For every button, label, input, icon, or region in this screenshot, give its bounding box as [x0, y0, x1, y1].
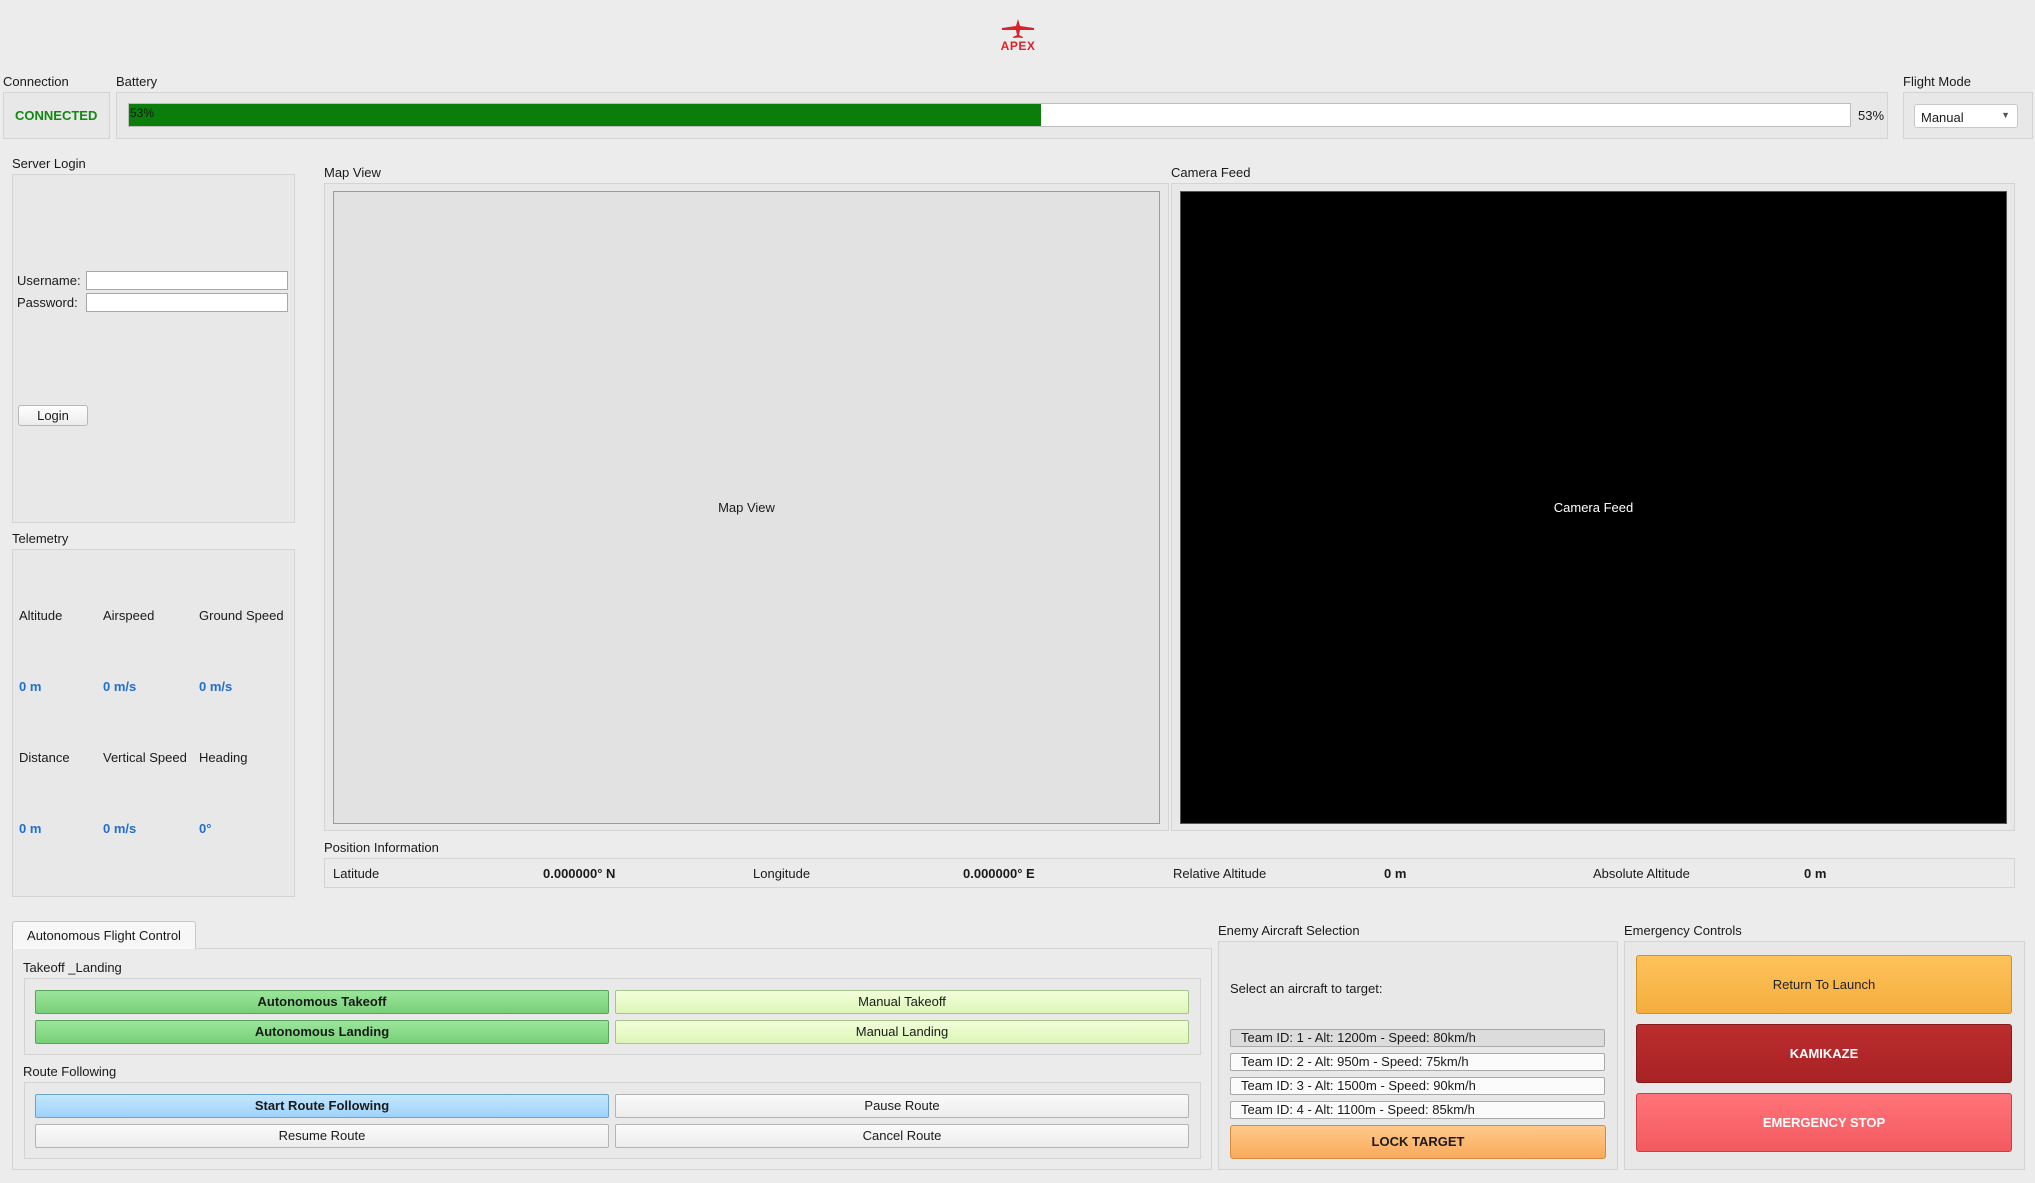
app-logo: APEX	[990, 18, 1046, 53]
connection-title: Connection	[3, 74, 69, 89]
takeoff-landing-title: Takeoff _Landing	[23, 960, 122, 975]
resume-route-button[interactable]: Resume Route	[35, 1124, 609, 1148]
telemetry-airspeed-label: Airspeed	[103, 608, 155, 623]
emergency-stop-button[interactable]: EMERGENCY STOP	[1636, 1093, 2012, 1152]
telemetry-distance-label: Distance	[19, 750, 70, 765]
chevron-down-icon: ▼	[2001, 110, 2010, 120]
flight-mode-select[interactable]: Manual ▼	[1914, 104, 2018, 128]
map-view-placeholder: Map View	[718, 500, 775, 515]
enemy-aircraft-item[interactable]: Team ID: 4 - Alt: 1100m - Speed: 85km/h	[1230, 1101, 1605, 1119]
kamikaze-button[interactable]: KAMIKAZE	[1636, 1024, 2012, 1083]
longitude-value: 0.000000° E	[963, 866, 1035, 881]
username-label: Username:	[17, 273, 81, 288]
login-button[interactable]: Login	[18, 405, 88, 426]
camera-feed-placeholder: Camera Feed	[1553, 500, 1634, 515]
start-route-button[interactable]: Start Route Following	[35, 1094, 609, 1118]
battery-progress-bar: 53%	[128, 103, 1851, 127]
connection-panel: CONNECTED	[3, 92, 110, 139]
enemy-prompt: Select an aircraft to target:	[1230, 981, 1383, 996]
autonomous-takeoff-button[interactable]: Autonomous Takeoff	[35, 990, 609, 1014]
absolute-altitude-value: 0 m	[1804, 866, 1827, 881]
latitude-label: Latitude	[333, 866, 380, 881]
battery-inner-label: 53%	[130, 106, 155, 120]
telemetry-airspeed-value: 0 m/s	[103, 679, 137, 694]
telemetry-heading-label: Heading	[199, 750, 248, 765]
cancel-route-button[interactable]: Cancel Route	[615, 1124, 1189, 1148]
battery-percent-label: 53%	[1858, 108, 1885, 123]
camera-feed: Camera Feed	[1180, 191, 2007, 824]
battery-title: Battery	[116, 74, 158, 89]
telemetry-ground-speed-value: 0 m/s	[199, 679, 233, 694]
telemetry-distance-value: 0 m	[19, 821, 42, 836]
enemy-aircraft-item[interactable]: Team ID: 2 - Alt: 950m - Speed: 75km/h	[1230, 1053, 1605, 1071]
telemetry-vertical-speed-label: Vertical Speed	[103, 750, 187, 765]
lock-target-button[interactable]: LOCK TARGET	[1230, 1125, 1606, 1159]
latitude-value: 0.000000° N	[543, 866, 616, 881]
airplane-icon	[1002, 19, 1034, 38]
server-login-title: Server Login	[12, 156, 86, 171]
route-following-title: Route Following	[23, 1064, 117, 1079]
position-info-panel: Latitude 0.000000° N Longitude 0.000000°…	[324, 858, 2015, 888]
telemetry-ground-speed-label: Ground Speed	[199, 608, 284, 623]
relative-altitude-label: Relative Altitude	[1173, 866, 1267, 881]
manual-landing-button[interactable]: Manual Landing	[615, 1020, 1189, 1044]
flight-mode-title: Flight Mode	[1903, 74, 1971, 89]
emergency-controls-title: Emergency Controls	[1624, 923, 1742, 938]
absolute-altitude-label: Absolute Altitude	[1593, 866, 1690, 881]
longitude-label: Longitude	[753, 866, 811, 881]
telemetry-altitude-value: 0 m	[19, 679, 42, 694]
logo-text: APEX	[1000, 39, 1036, 53]
return-to-launch-button[interactable]: Return To Launch	[1636, 955, 2012, 1014]
flight-mode-panel: Manual ▼	[1903, 92, 2033, 139]
password-field[interactable]	[86, 293, 288, 312]
telemetry-title: Telemetry	[12, 531, 69, 546]
position-info-title: Position Information	[324, 840, 439, 855]
map-view-title: Map View	[324, 165, 381, 180]
telemetry-panel	[12, 549, 295, 897]
manual-takeoff-button[interactable]: Manual Takeoff	[615, 990, 1189, 1014]
relative-altitude-value: 0 m	[1384, 866, 1407, 881]
pause-route-button[interactable]: Pause Route	[615, 1094, 1189, 1118]
autonomous-landing-button[interactable]: Autonomous Landing	[35, 1020, 609, 1044]
map-view[interactable]: Map View	[333, 191, 1160, 824]
enemy-selection-title: Enemy Aircraft Selection	[1218, 923, 1360, 938]
connection-status: CONNECTED	[15, 108, 98, 123]
telemetry-vertical-speed-value: 0 m/s	[103, 821, 137, 836]
enemy-aircraft-item[interactable]: Team ID: 1 - Alt: 1200m - Speed: 80km/h	[1230, 1029, 1605, 1047]
camera-feed-title: Camera Feed	[1171, 165, 1251, 180]
enemy-aircraft-item[interactable]: Team ID: 3 - Alt: 1500m - Speed: 90km/h	[1230, 1077, 1605, 1095]
telemetry-heading-value: 0°	[199, 821, 212, 836]
password-label: Password:	[17, 295, 78, 310]
tab-autonomous-flight-control[interactable]: Autonomous Flight Control	[12, 921, 196, 949]
flight-mode-selected: Manual	[1921, 110, 1964, 125]
telemetry-altitude-label: Altitude	[19, 608, 63, 623]
battery-fill	[129, 104, 1042, 126]
username-field[interactable]	[86, 271, 288, 290]
server-login-panel	[12, 174, 295, 523]
